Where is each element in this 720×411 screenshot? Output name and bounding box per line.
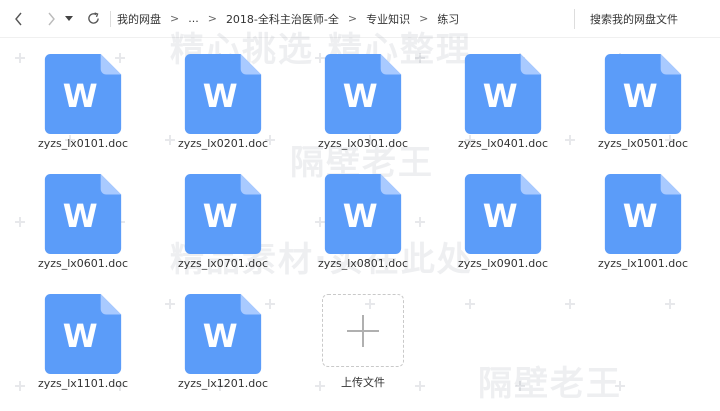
- forward-button[interactable]: [40, 4, 62, 34]
- word-letter: W: [483, 199, 518, 235]
- file-item[interactable]: Wzyzs_lx0601.doc: [23, 158, 143, 270]
- breadcrumb-separator-icon: >: [170, 12, 180, 25]
- file-item[interactable]: Wzyzs_lx1201.doc: [163, 278, 283, 390]
- file-name: zyzs_lx1101.doc: [37, 377, 129, 390]
- file-name: zyzs_lx0901.doc: [457, 257, 549, 270]
- file-name: zyzs_lx0301.doc: [317, 137, 409, 150]
- file-name: zyzs_lx0401.doc: [457, 137, 549, 150]
- search-input[interactable]: 搜索我的网盘文件: [574, 9, 678, 29]
- word-letter: W: [203, 79, 238, 115]
- file-item[interactable]: Wzyzs_lx0401.doc: [443, 38, 563, 150]
- refresh-button[interactable]: [82, 4, 104, 34]
- caret-down-icon: [65, 15, 73, 21]
- file-item[interactable]: Wzyzs_lx1101.doc: [23, 278, 143, 390]
- breadcrumb: 我的网盘 > ... > 2018-全科主治医师-全 > 专业知识 > 练习: [117, 11, 459, 27]
- word-document-icon: W: [184, 294, 262, 374]
- file-item[interactable]: Wzyzs_lx1001.doc: [583, 158, 703, 270]
- file-item[interactable]: Wzyzs_lx0801.doc: [303, 158, 423, 270]
- word-document-icon: W: [464, 54, 542, 134]
- word-document-icon: W: [184, 54, 262, 134]
- file-item[interactable]: Wzyzs_lx0701.doc: [163, 158, 283, 270]
- file-item[interactable]: Wzyzs_lx0101.doc: [23, 38, 143, 150]
- word-document-icon: W: [44, 174, 122, 254]
- file-item[interactable]: Wzyzs_lx0501.doc: [583, 38, 703, 150]
- file-name: zyzs_lx0101.doc: [37, 137, 129, 150]
- word-document-icon: W: [604, 174, 682, 254]
- chevron-right-icon: [48, 12, 55, 25]
- word-letter: W: [623, 79, 658, 115]
- word-letter: W: [623, 199, 658, 235]
- word-document-icon: W: [464, 174, 542, 254]
- file-grid: Wzyzs_lx0101.doc Wzyzs_lx0201.doc Wzyzs_lx…: [0, 38, 720, 411]
- chevron-left-icon: [15, 12, 22, 25]
- file-name: zyzs_lx0601.doc: [37, 257, 129, 270]
- upload-file-button[interactable]: 上传文件: [303, 278, 423, 390]
- word-document-icon: W: [44, 294, 122, 374]
- word-letter: W: [343, 199, 378, 235]
- word-document-icon: W: [44, 54, 122, 134]
- netdisk-window: 我的网盘 > ... > 2018-全科主治医师-全 > 专业知识 > 练习 搜…: [0, 0, 720, 411]
- file-item[interactable]: Wzyzs_lx0201.doc: [163, 38, 283, 150]
- word-letter: W: [63, 79, 98, 115]
- file-name: zyzs_lx1201.doc: [177, 377, 269, 390]
- history-dropdown-button[interactable]: [62, 4, 76, 34]
- word-document-icon: W: [604, 54, 682, 134]
- word-document-icon: W: [184, 174, 262, 254]
- word-document-icon: W: [324, 54, 402, 134]
- file-name: zyzs_lx0201.doc: [177, 137, 269, 150]
- upload-label: 上传文件: [341, 376, 385, 389]
- upload-box: [322, 294, 404, 367]
- breadcrumb-separator-icon: >: [347, 12, 358, 25]
- file-name: zyzs_lx0801.doc: [317, 257, 409, 270]
- refresh-icon: [87, 12, 99, 24]
- file-name: zyzs_lx0501.doc: [597, 137, 689, 150]
- toolbar: 我的网盘 > ... > 2018-全科主治医师-全 > 专业知识 > 练习 搜…: [0, 0, 720, 38]
- breadcrumb-separator-icon: >: [419, 12, 429, 25]
- word-letter: W: [203, 319, 238, 355]
- breadcrumb-item-course[interactable]: 2018-全科主治医师-全: [226, 11, 339, 27]
- file-item[interactable]: Wzyzs_lx0301.doc: [303, 38, 423, 150]
- word-letter: W: [63, 319, 98, 355]
- search-placeholder: 搜索我的网盘文件: [590, 13, 678, 26]
- word-letter: W: [63, 199, 98, 235]
- breadcrumb-item-root[interactable]: 我的网盘: [117, 11, 161, 27]
- word-letter: W: [483, 79, 518, 115]
- breadcrumb-item-ellipsis[interactable]: ...: [188, 12, 199, 25]
- breadcrumb-item-current[interactable]: 练习: [437, 11, 459, 27]
- file-item[interactable]: Wzyzs_lx0901.doc: [443, 158, 563, 270]
- toolbar-divider: [110, 10, 111, 27]
- breadcrumb-item-subject[interactable]: 专业知识: [366, 11, 410, 27]
- plus-icon: [347, 314, 379, 347]
- back-button[interactable]: [8, 4, 30, 34]
- breadcrumb-separator-icon: >: [207, 12, 217, 25]
- word-document-icon: W: [324, 174, 402, 254]
- file-name: zyzs_lx0701.doc: [177, 257, 269, 270]
- file-name: zyzs_lx1001.doc: [597, 257, 689, 270]
- word-letter: W: [203, 199, 238, 235]
- word-letter: W: [343, 79, 378, 115]
